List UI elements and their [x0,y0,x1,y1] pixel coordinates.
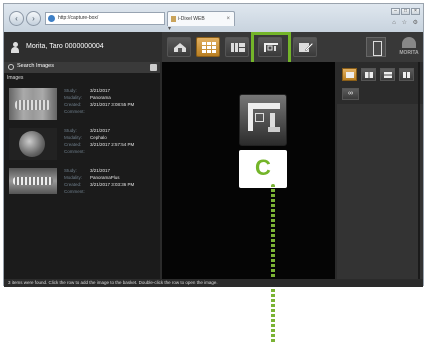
search-images-title: Search Images [17,63,54,69]
link-icon[interactable]: ∞ [342,88,359,100]
home-icon [174,43,186,52]
tools-panel: ∞ [337,62,423,279]
image-list-item[interactable]: Study: 3/21/2017 Modality: PanoramaPlus Cr… [4,164,160,204]
image-list-button[interactable] [196,37,220,57]
layout-tools: ∞ [337,62,423,104]
search-icon [8,64,14,70]
search-images-header[interactable]: Search Images [4,62,160,73]
search-images-panel: Search Images Images Study: 3/21/2017 Mod… [4,62,160,279]
image-list-item[interactable]: Study: 3/21/2017 Modality: Panorama Create… [4,84,160,124]
collapse-icon[interactable] [150,64,157,71]
back-icon[interactable]: ‹ [9,11,24,26]
quad-layout-button[interactable] [399,68,414,81]
user-icon [11,42,19,53]
status-bar: 3 items were found. Click the row to add… [4,279,423,287]
two-vertical-layout-button[interactable] [380,68,395,81]
browser-window: ‹ › http://capture-box/ P ▾ C i-Dixel WE… [3,3,424,344]
image-viewer-area[interactable]: C [162,62,335,344]
single-layout-button[interactable] [342,68,357,81]
edit-report-icon [299,42,313,52]
two-horizontal-layout-button[interactable] [361,68,376,81]
minimize-button[interactable]: – [391,8,400,15]
single-layout-icon [346,72,354,78]
layout-grid-icon [231,43,245,52]
logout-icon[interactable] [366,37,386,57]
two-horizontal-icon [365,72,373,78]
forward-icon[interactable]: › [26,11,41,26]
browser-toolbar-icons[interactable]: ⌂ ☆ ⚙ [392,19,420,26]
images-section-label: Images [7,75,24,81]
patient-name: Morita, Taro 0000000004 [26,43,104,50]
cephalo-thumbnail [9,128,57,160]
two-vertical-icon [384,72,392,78]
image-meta: Study: 3/21/2017 Modality: Cephalo Created… [64,128,135,154]
logo-mark [402,37,416,48]
globe-icon [48,15,55,22]
address-bar[interactable]: http://capture-box/ P ▾ C [45,12,172,43]
image-list-item[interactable]: Study: 3/21/2017 Modality: Cephalo Created… [4,124,160,164]
logo-text: MORITA [399,50,419,56]
browser-titlebar: ‹ › http://capture-box/ P ▾ C i-Dixel WE… [4,4,423,43]
tab-close-icon[interactable]: × [226,12,230,26]
home-button[interactable] [167,37,191,57]
callout-box: C [239,150,287,188]
thumbnail-grid-icon [202,42,216,53]
report-button[interactable] [293,37,317,57]
browser-tab[interactable]: i-Dixel WEB × [167,11,235,26]
maximize-button[interactable]: □ [401,8,410,15]
panoramaplus-thumbnail [9,168,57,194]
tab-favicon-icon [171,16,176,22]
morita-logo: MORITA [398,37,420,59]
tab-title: i-Dixel WEB [178,16,205,22]
layout-button[interactable] [225,37,249,57]
quad-icon [403,72,411,78]
tools-scrollbar[interactable] [418,62,420,279]
close-button[interactable]: × [411,8,420,15]
address-url: http://capture-box/ [58,15,99,21]
callout-label: C [255,155,271,180]
viewer-button-zoom-icon [239,94,287,146]
app-header: Morita, Taro 0000000004 MORITA [4,32,423,68]
image-meta: Study: 3/21/2017 Modality: Panorama Create… [64,88,135,114]
panorama-thumbnail [9,88,57,120]
callout-leader-line [271,184,275,344]
patient-info: Morita, Taro 0000000004 [4,32,162,62]
image-meta: Study: 3/21/2017 Modality: PanoramaPlus Cr… [64,168,135,194]
